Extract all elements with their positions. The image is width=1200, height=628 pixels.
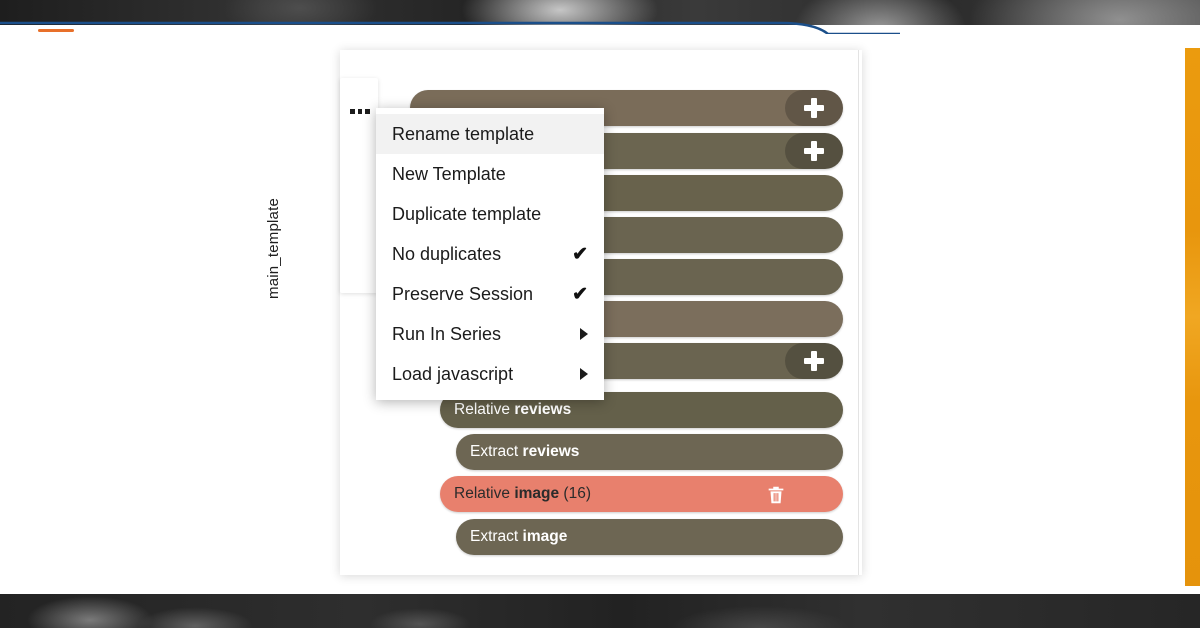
bottom-photo-band	[0, 594, 1200, 628]
context-menu-item-label: Duplicate template	[392, 203, 542, 224]
plus-icon	[804, 98, 824, 118]
template-row-label: Relative image (16)	[454, 485, 591, 502]
template-context-menu[interactable]: Rename template New Template Duplicate tem…	[376, 108, 604, 400]
add-row-button[interactable]	[785, 133, 843, 169]
context-menu-item-label: No duplicates	[392, 243, 502, 264]
check-icon: ✔	[572, 243, 588, 265]
context-menu-item-label: Load javascript	[392, 363, 514, 384]
context-menu-item[interactable]: Load javascript	[376, 354, 604, 394]
context-menu-item[interactable]: No duplicates ✔	[376, 234, 604, 274]
right-orange-bar	[1185, 48, 1200, 586]
submenu-arrow-icon	[580, 328, 588, 340]
context-menu-item[interactable]: Rename template	[376, 114, 604, 154]
context-menu-item[interactable]: Run In Series	[376, 314, 604, 354]
context-menu-item[interactable]: Duplicate template	[376, 194, 604, 234]
context-menu-item-label: Rename template	[392, 123, 535, 144]
template-row-label: Extract reviews	[470, 443, 580, 460]
trash-icon[interactable]	[765, 484, 787, 506]
orange-accent-dash	[38, 29, 74, 32]
context-menu-item[interactable]: Preserve Session ✔	[376, 274, 604, 314]
template-tab[interactable]: main_template	[265, 78, 378, 299]
plus-icon	[804, 351, 824, 371]
plus-icon	[804, 141, 824, 161]
template-row[interactable]: Relative image (16)	[440, 476, 843, 512]
template-row-label: Extract image	[470, 528, 568, 545]
context-menu-item-label: New Template	[392, 163, 506, 184]
context-menu-item-label: Preserve Session	[392, 283, 534, 304]
top-photo-band	[0, 0, 1200, 25]
context-menu-item-label: Run In Series	[392, 323, 502, 344]
context-menu-item[interactable]: New Template	[376, 154, 604, 194]
add-row-button[interactable]	[785, 90, 843, 126]
check-icon: ✔	[572, 283, 588, 305]
template-row[interactable]: Extract image	[456, 519, 843, 555]
template-row[interactable]: Extract reviews	[456, 434, 843, 470]
add-row-button[interactable]	[785, 343, 843, 379]
screenshot-stage: Relative reviews Extract reviews Relative …	[0, 0, 1200, 628]
submenu-arrow-icon	[580, 368, 588, 380]
kebab-menu-icon[interactable]	[350, 109, 371, 114]
template-row-label: Relative reviews	[454, 401, 572, 418]
